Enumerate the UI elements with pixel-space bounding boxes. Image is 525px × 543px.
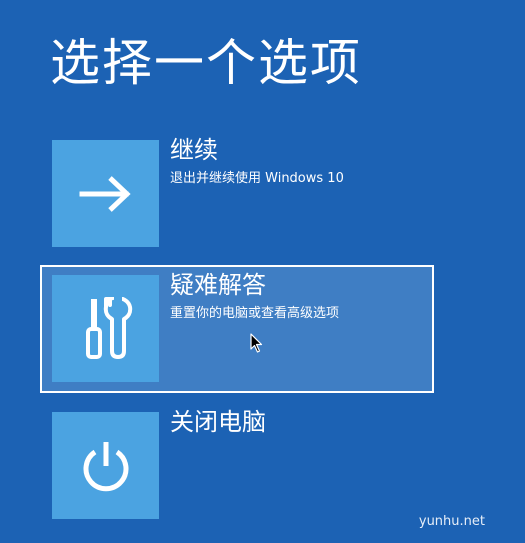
mouse-cursor-icon [250, 333, 263, 353]
recovery-screen: 选择一个选项 继续 退出并继续使用 Windows 10 疑难解答 重置你的电脑… [0, 0, 525, 543]
option-troubleshoot-description: 重置你的电脑或查看高级选项 [170, 306, 340, 321]
page-title: 选择一个选项 [50, 34, 362, 92]
power-icon [83, 441, 128, 491]
arrow-right-icon [79, 175, 131, 212]
option-continue-tile[interactable] [52, 140, 159, 247]
option-continue[interactable]: 继续 退出并继续使用 Windows 10 [40, 130, 434, 258]
option-continue-description: 退出并继续使用 Windows 10 [170, 171, 344, 186]
watermark-text: yunhu.net [418, 514, 485, 529]
option-troubleshoot-tile[interactable] [52, 275, 159, 382]
option-shutdown-tile[interactable] [52, 412, 159, 519]
option-troubleshoot-title: 疑难解答 [170, 271, 266, 299]
tools-icon [85, 296, 132, 359]
option-continue-title: 继续 [170, 136, 218, 164]
option-shutdown[interactable]: 关闭电脑 [40, 402, 434, 530]
option-troubleshoot[interactable]: 疑难解答 重置你的电脑或查看高级选项 [40, 265, 434, 393]
option-shutdown-title: 关闭电脑 [170, 408, 266, 436]
